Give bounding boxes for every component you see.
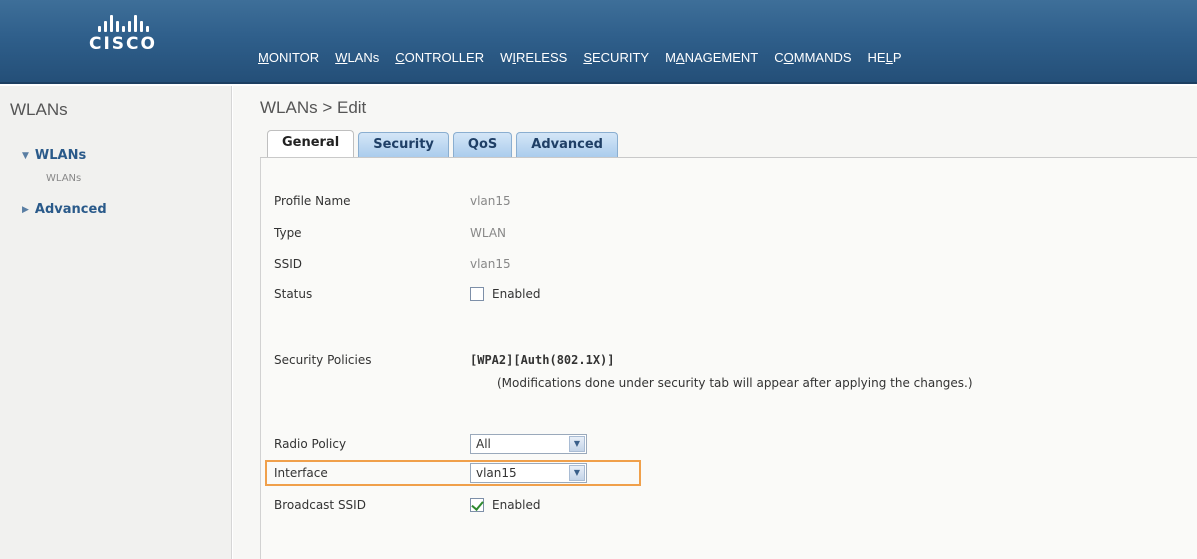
tab-advanced[interactable]: Advanced	[516, 132, 618, 158]
radio-policy-select[interactable]: All ▼	[470, 434, 587, 454]
interface-selected-value: vlan15	[476, 466, 517, 480]
sidebar-title: WLANs	[10, 100, 68, 119]
radio-policy-row: Radio Policy All ▼	[274, 434, 587, 454]
radio-policy-selected-value: All	[476, 437, 491, 451]
interface-row: Interface vlan15 ▼	[274, 463, 587, 483]
profile-name-label: Profile Name	[274, 194, 351, 208]
sidebar-item-advanced[interactable]: ▶ Advanced	[22, 202, 107, 217]
ssid-value: vlan15	[470, 257, 511, 271]
security-note: (Modifications done under security tab w…	[497, 376, 973, 390]
broadcast-ssid-enabled-label: Enabled	[492, 498, 541, 512]
type-value: WLAN	[470, 226, 507, 240]
broadcast-ssid-enabled-checkbox[interactable]	[470, 498, 484, 512]
interface-select[interactable]: vlan15 ▼	[470, 463, 587, 483]
main-nav: MONITOR WLANs CONTROLLER WIRELESS SECURI…	[258, 50, 918, 65]
nav-security[interactable]: SECURITY	[583, 50, 649, 65]
tab-security[interactable]: Security	[358, 132, 449, 158]
radio-policy-label: Radio Policy	[274, 437, 347, 451]
tab-general[interactable]: General	[267, 130, 355, 158]
chevron-down-icon: ▼	[569, 465, 585, 481]
status-row: Status Enabled	[274, 287, 541, 301]
broadcast-ssid-label: Broadcast SSID	[274, 498, 366, 512]
status-enabled-label: Enabled	[492, 287, 541, 301]
ssid-row: SSID vlan15	[274, 257, 511, 271]
top-header: CISCO MONITOR WLANs CONTROLLER WIRELESS …	[0, 0, 1197, 84]
expanded-triangle-icon: ▼	[22, 150, 29, 161]
nav-monitor[interactable]: MONITOR	[258, 50, 319, 65]
type-row: Type WLAN	[274, 226, 506, 240]
type-label: Type	[274, 226, 302, 240]
logo-text: CISCO	[89, 34, 157, 54]
nav-help[interactable]: HELP	[868, 50, 902, 65]
security-policies-value: [WPA2][Auth(802.1X)]	[470, 353, 615, 367]
nav-wlans[interactable]: WLANs	[335, 50, 379, 65]
collapsed-triangle-icon: ▶	[22, 204, 29, 215]
sidebar: WLANs ▼ WLANs ▶ Advanced	[0, 86, 232, 559]
tab-qos[interactable]: QoS	[452, 132, 513, 158]
page-title: WLANs > Edit	[260, 98, 367, 117]
sidebar-subitem-wlans[interactable]: WLANs	[46, 173, 81, 184]
sidebar-item-label: Advanced	[34, 202, 107, 217]
status-enabled-checkbox[interactable]	[470, 287, 484, 301]
broadcast-ssid-row: Broadcast SSID Enabled	[274, 498, 541, 512]
security-policies-label: Security Policies	[274, 353, 372, 367]
nav-commands[interactable]: COMMANDS	[774, 50, 851, 65]
cisco-bars-icon	[78, 14, 168, 32]
tab-bar: General Security QoS Advanced	[267, 130, 618, 158]
interface-label: Interface	[274, 466, 328, 480]
nav-wireless[interactable]: WIRELESS	[500, 50, 567, 65]
security-policies-row: Security Policies [WPA2][Auth(802.1X)]	[274, 353, 615, 367]
chevron-down-icon: ▼	[569, 436, 585, 452]
status-label: Status	[274, 287, 313, 301]
main-content: WLANs > Edit General Security QoS Advanc…	[233, 86, 1197, 559]
sidebar-item-label: WLANs	[34, 148, 87, 163]
nav-controller[interactable]: CONTROLLER	[395, 50, 484, 65]
profile-name-row: Profile Name vlan15	[274, 194, 511, 208]
ssid-label: SSID	[274, 257, 303, 271]
nav-management[interactable]: MANAGEMENT	[665, 50, 758, 65]
profile-name-value: vlan15	[470, 194, 511, 208]
sidebar-item-wlans[interactable]: ▼ WLANs	[22, 148, 86, 163]
cisco-logo[interactable]: CISCO	[78, 14, 168, 54]
